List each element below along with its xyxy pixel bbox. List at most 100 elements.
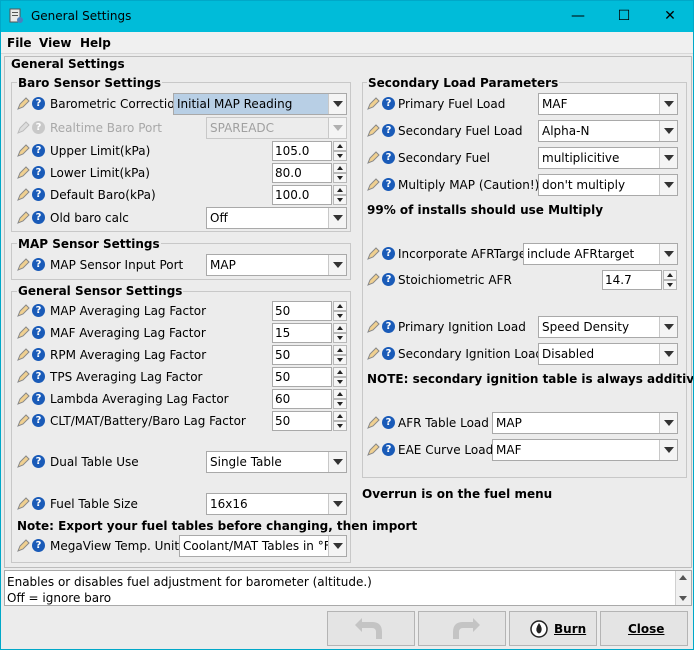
upper-limit-input[interactable]: 105.0 xyxy=(272,141,332,161)
edit-icon[interactable] xyxy=(17,348,30,361)
help-icon[interactable]: ? xyxy=(382,320,395,333)
help-icon[interactable]: ? xyxy=(382,273,395,286)
edit-icon[interactable] xyxy=(17,144,30,157)
minimize-button[interactable]: — xyxy=(555,1,601,32)
tps-lag-stepper[interactable] xyxy=(333,367,347,387)
upper-limit-stepper[interactable] xyxy=(333,141,347,161)
edit-icon[interactable] xyxy=(17,211,30,224)
tps-lag-input[interactable]: 50 xyxy=(272,367,332,387)
map-lag-input[interactable]: 50 xyxy=(272,301,332,321)
help-icon[interactable]: ? xyxy=(382,443,395,456)
rpm-lag-input[interactable]: 50 xyxy=(272,345,332,365)
rpm-lag-stepper[interactable] xyxy=(333,345,347,365)
help-icon[interactable]: ? xyxy=(32,144,45,157)
close-window-button[interactable]: ✕ xyxy=(647,1,693,32)
close-button[interactable]: Close xyxy=(600,611,688,646)
edit-icon[interactable] xyxy=(367,443,380,456)
undo-button[interactable] xyxy=(327,611,415,646)
edit-icon[interactable] xyxy=(17,258,30,271)
secondary-fuel-select[interactable]: multiplicitive xyxy=(538,147,678,169)
edit-icon[interactable] xyxy=(17,455,30,468)
eae-curve-load-select[interactable]: MAF xyxy=(492,439,678,461)
help-icon[interactable]: ? xyxy=(32,455,45,468)
lower-limit-stepper[interactable] xyxy=(333,163,347,183)
help-icon[interactable]: ? xyxy=(32,392,45,405)
map-input-port-select[interactable]: MAP xyxy=(206,254,347,276)
redo-button[interactable] xyxy=(418,611,506,646)
burn-button[interactable]: Burn xyxy=(509,611,597,646)
edit-icon[interactable] xyxy=(17,188,30,201)
edit-icon[interactable] xyxy=(17,539,30,552)
barometric-correction-select[interactable]: Initial MAP Reading xyxy=(173,93,347,115)
lambda-lag-stepper[interactable] xyxy=(333,389,347,409)
maximize-button[interactable]: ☐ xyxy=(601,1,647,32)
help-icon[interactable]: ? xyxy=(32,97,45,110)
menu-help[interactable]: Help xyxy=(80,36,111,50)
stoich-afr-stepper[interactable] xyxy=(663,270,677,290)
edit-icon[interactable] xyxy=(367,97,380,110)
primary-fuel-load-select[interactable]: MAF xyxy=(538,93,678,115)
help-icon[interactable]: ? xyxy=(32,326,45,339)
lambda-lag-input[interactable]: 60 xyxy=(272,389,332,409)
clt-lag-input[interactable]: 50 xyxy=(272,411,332,431)
help-icon[interactable]: ? xyxy=(382,151,395,164)
old-baro-calc-select[interactable]: Off xyxy=(206,207,347,229)
edit-icon[interactable] xyxy=(367,151,380,164)
dual-table-select[interactable]: Single Table xyxy=(206,451,347,473)
edit-icon[interactable] xyxy=(367,320,380,333)
megaview-units-select[interactable]: Coolant/MAT Tables in °F xyxy=(179,535,347,557)
edit-icon[interactable] xyxy=(17,97,30,110)
lag-factor-row: ? Lambda Averaging Lag Factor 60 xyxy=(17,388,347,410)
edit-icon[interactable] xyxy=(17,304,30,317)
help-icon[interactable]: ? xyxy=(382,97,395,110)
primary-ign-load-select[interactable]: Speed Density xyxy=(538,316,678,338)
help-icon[interactable]: ? xyxy=(382,416,395,429)
map-lag-stepper[interactable] xyxy=(333,301,347,321)
menu-view[interactable]: View xyxy=(39,36,71,50)
edit-icon[interactable] xyxy=(367,273,380,286)
help-text-area[interactable]: Enables or disables fuel adjustment for … xyxy=(4,570,692,606)
menu-file[interactable]: File xyxy=(7,36,32,50)
secondary-ign-load-select[interactable]: Disabled xyxy=(538,343,678,365)
help-icon[interactable]: ? xyxy=(32,414,45,427)
scrollbar[interactable] xyxy=(675,571,691,605)
edit-icon[interactable] xyxy=(17,326,30,339)
edit-icon[interactable] xyxy=(367,416,380,429)
chevron-down-icon xyxy=(659,175,677,195)
help-icon[interactable]: ? xyxy=(32,211,45,224)
help-icon[interactable]: ? xyxy=(32,539,45,552)
help-icon[interactable]: ? xyxy=(32,304,45,317)
default-baro-stepper[interactable] xyxy=(333,185,347,205)
edit-icon[interactable] xyxy=(367,347,380,360)
help-icon[interactable]: ? xyxy=(32,370,45,383)
help-icon[interactable]: ? xyxy=(32,166,45,179)
help-icon[interactable]: ? xyxy=(382,124,395,137)
edit-icon[interactable] xyxy=(17,392,30,405)
lower-limit-input[interactable]: 80.0 xyxy=(272,163,332,183)
maf-lag-stepper[interactable] xyxy=(333,323,347,343)
multiply-map-select[interactable]: don't multiply xyxy=(538,174,678,196)
help-icon[interactable]: ? xyxy=(32,348,45,361)
fuel-table-size-select[interactable]: 16x16 xyxy=(206,493,347,515)
stoich-afr-input[interactable]: 14.7 xyxy=(602,270,662,290)
afr-table-load-select[interactable]: MAP xyxy=(492,412,678,434)
edit-icon[interactable] xyxy=(367,178,380,191)
maf-lag-input[interactable]: 15 xyxy=(272,323,332,343)
edit-icon[interactable] xyxy=(17,166,30,179)
help-icon[interactable]: ? xyxy=(382,178,395,191)
edit-icon[interactable] xyxy=(17,414,30,427)
help-icon[interactable]: ? xyxy=(382,347,395,360)
secondary-fuel-load-select[interactable]: Alpha-N xyxy=(538,120,678,142)
edit-icon[interactable] xyxy=(367,124,380,137)
help-icon[interactable]: ? xyxy=(32,497,45,510)
default-baro-input[interactable]: 100.0 xyxy=(272,185,332,205)
clt-lag-stepper[interactable] xyxy=(333,411,347,431)
edit-icon[interactable] xyxy=(17,370,30,383)
help-icon[interactable]: ? xyxy=(382,247,395,260)
help-icon[interactable]: ? xyxy=(32,188,45,201)
chevron-down-icon xyxy=(328,255,346,275)
edit-icon[interactable] xyxy=(17,497,30,510)
help-icon[interactable]: ? xyxy=(32,258,45,271)
incorporate-afr-select[interactable]: include AFRtarget xyxy=(523,243,678,265)
edit-icon[interactable] xyxy=(367,247,380,260)
